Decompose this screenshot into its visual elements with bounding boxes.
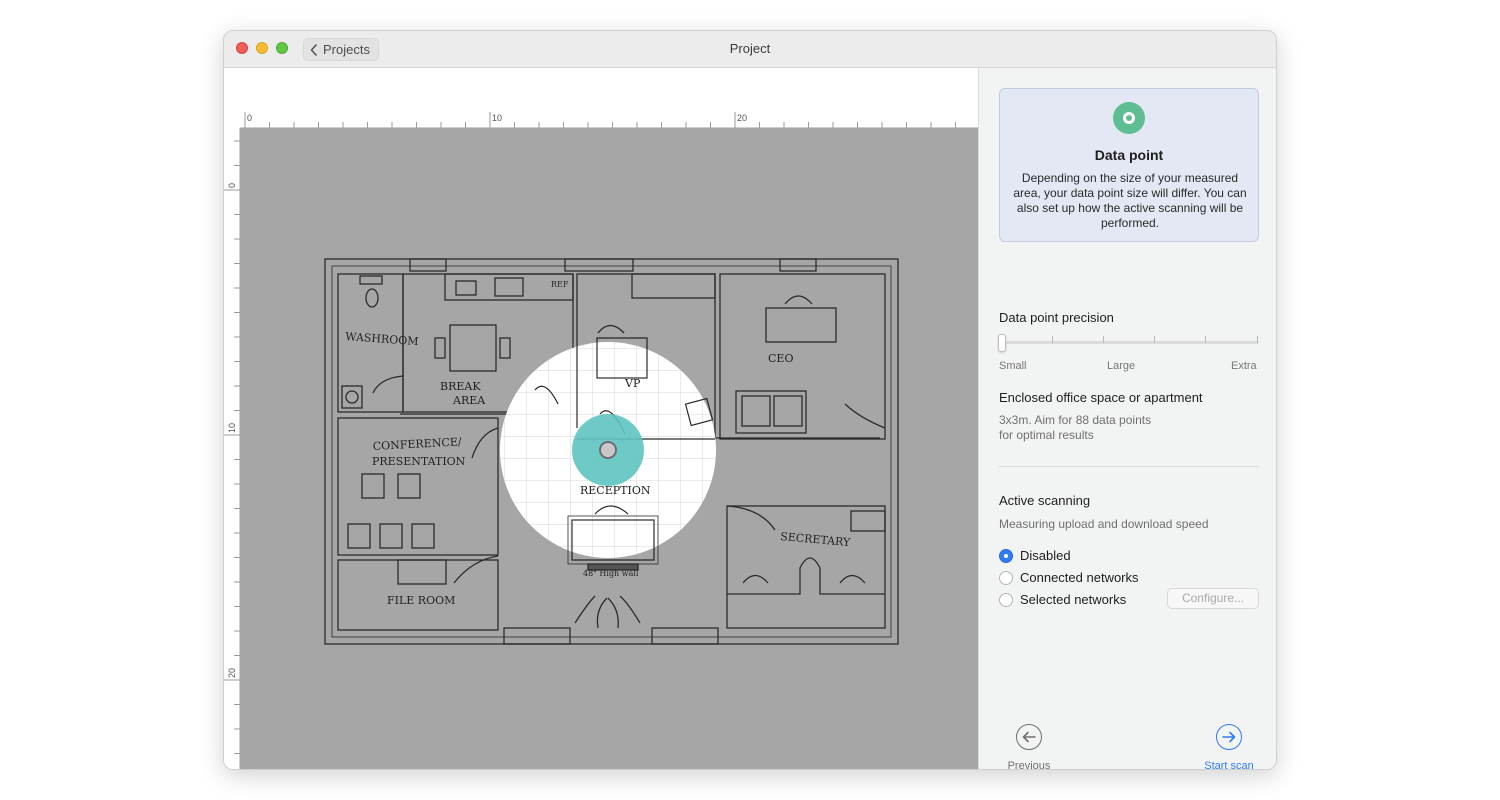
ruler-label: 10: [492, 113, 502, 123]
ruler-label: 0: [227, 183, 237, 188]
precision-tick-small: Small: [999, 360, 1027, 372]
radio-label: Connected networks: [1020, 570, 1139, 585]
slider-tick: [1257, 336, 1258, 343]
slider-tick: [1205, 336, 1206, 343]
radio-disabled[interactable]: Disabled: [999, 548, 1071, 563]
space-description: 3x3m. Aim for 88 data points for optimal…: [999, 413, 1152, 442]
section-divider: [999, 466, 1259, 467]
radio-button[interactable]: [999, 592, 1013, 607]
svg-text:VP: VP: [624, 377, 641, 390]
previous-button[interactable]: Previous: [994, 724, 1064, 770]
active-scanning-title: Active scanning: [999, 493, 1091, 508]
info-card-title: Data point: [1094, 147, 1164, 163]
previous-label: Previous: [1007, 760, 1051, 770]
precision-slider-knob[interactable]: [998, 334, 1006, 352]
radio-button[interactable]: [999, 570, 1013, 585]
svg-text:RECEPTION: RECEPTION: [580, 484, 651, 497]
scan-position-dot: [599, 441, 617, 459]
slider-tick: [1103, 336, 1104, 343]
arrow-left-icon: [1016, 724, 1042, 750]
data-point-icon: [1113, 102, 1145, 134]
floorplan-view[interactable]: WASHROOM BREAK AREA REF VP CEO CONFERENC…: [240, 128, 978, 769]
data-point-info-card: Data point Depending on the size of your…: [999, 88, 1259, 242]
window-title: Project: [729, 41, 771, 56]
radio-button-selected[interactable]: [999, 548, 1013, 563]
scan-focus-overlay: VP RECEPTION: [500, 342, 716, 558]
settings-panel: Data point Depending on the size of your…: [978, 68, 1276, 770]
slider-tick: [1052, 336, 1053, 343]
floorplan-canvas[interactable]: 010203 01020: [224, 68, 978, 769]
space-title: Enclosed office space or apartment: [999, 390, 1203, 405]
slider-tick: [1154, 336, 1155, 343]
ruler-label: 10: [227, 423, 237, 433]
start-scan-button[interactable]: Start scan: [1194, 724, 1264, 770]
ruler-label: 20: [227, 668, 237, 678]
arrow-right-icon: [1216, 724, 1242, 750]
radio-selected-networks[interactable]: Selected networks: [999, 592, 1126, 607]
app-window: Projects Project 010203 01020: [223, 30, 1277, 770]
vertical-ruler: 0 10 20: [224, 128, 240, 769]
active-scanning-subtitle: Measuring upload and download speed: [999, 517, 1209, 531]
radio-label: Selected networks: [1020, 592, 1127, 607]
precision-label: Data point precision: [999, 310, 1114, 325]
info-card-text: Depending on the size of your measured a…: [1013, 171, 1247, 230]
radio-connected-networks[interactable]: Connected networks: [999, 570, 1139, 585]
precision-tick-extra: Extra: [1231, 360, 1257, 372]
precision-slider[interactable]: [999, 341, 1259, 344]
precision-tick-large: Large: [1107, 360, 1136, 372]
ruler-label: 20: [737, 113, 747, 123]
ruler-label: 0: [247, 113, 252, 123]
radio-label: Disabled: [1020, 548, 1071, 563]
title-bar: Projects Project: [224, 31, 1276, 68]
horizontal-ruler: 010203: [240, 112, 978, 128]
start-scan-label: Start scan: [1204, 760, 1254, 770]
configure-button[interactable]: Configure...: [1167, 588, 1259, 609]
